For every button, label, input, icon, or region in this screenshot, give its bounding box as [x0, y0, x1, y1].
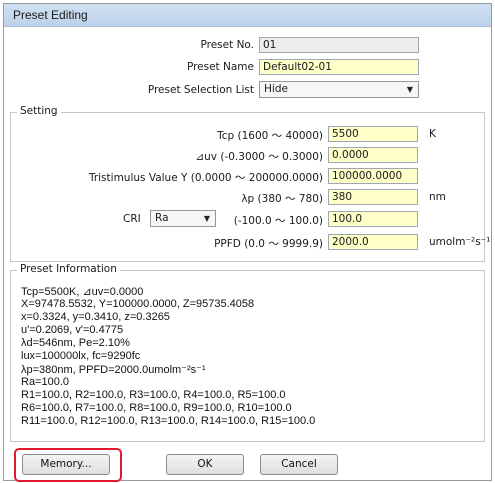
lambda-p-input[interactable]: 380	[328, 189, 418, 205]
tcp-unit: K	[429, 128, 436, 140]
lambda-p-label: λp (380 ～ 780)	[241, 193, 323, 205]
duv-input[interactable]: 0.0000	[328, 147, 418, 163]
ppfd-unit: umolm⁻²s⁻¹	[429, 236, 491, 248]
preset-name-input[interactable]: Default02-01	[259, 59, 419, 75]
cri-dropdown[interactable]: Ra ▼	[150, 210, 216, 227]
info-line: x=0.3324, y=0.3410, z=0.3265	[21, 311, 170, 323]
tristimulus-label: Tristimulus Value Y (0.0000 ～ 200000.000…	[88, 172, 323, 184]
info-line: lux=100000lx, fc=9290fc	[21, 350, 141, 362]
chevron-down-icon: ▼	[406, 85, 413, 94]
info-line: X=97478.5532, Y=100000.0000, Z=95735.405…	[21, 298, 255, 310]
duv-label: ⊿uv (-0.3000 ～ 0.3000)	[195, 151, 323, 163]
info-line: R11=100.0, R12=100.0, R13=100.0, R14=100…	[21, 415, 316, 427]
tristimulus-input[interactable]: 100000.0000	[328, 168, 418, 184]
cri-range-label: (-100.0 ～ 100.0)	[233, 215, 323, 227]
preset-no-label: Preset No.	[200, 39, 254, 51]
preset-info-group: Preset Information Tcp=5500K, ⊿uv=0.0000…	[10, 263, 485, 442]
info-line: Ra=100.0	[21, 376, 70, 388]
chevron-down-icon: ▼	[203, 214, 210, 223]
preset-editing-dialog: Preset Editing Preset No. 01 Preset Name…	[3, 3, 492, 482]
info-line: λd=546nm, Pe=2.10%	[21, 337, 130, 349]
title-bar[interactable]: Preset Editing	[4, 4, 491, 27]
ppfd-input[interactable]: 2000.0	[328, 234, 418, 250]
preset-selection-dropdown[interactable]: Hide ▼	[259, 81, 419, 98]
cancel-button[interactable]: Cancel	[260, 454, 338, 475]
tcp-label: Tcp (1600 ～ 40000)	[217, 130, 323, 142]
info-line: Tcp=5500K, ⊿uv=0.0000	[21, 286, 144, 298]
cri-input[interactable]: 100.0	[328, 211, 418, 227]
info-line: R6=100.0, R7=100.0, R8=100.0, R9=100.0, …	[21, 402, 292, 414]
preset-info-title: Preset Information	[17, 263, 120, 275]
info-line: λp=380nm, PPFD=2000.0umolm⁻²s⁻¹	[21, 364, 206, 376]
ppfd-label: PPFD (0.0 ～ 9999.9)	[214, 238, 323, 250]
memory-button[interactable]: Memory...	[22, 454, 110, 475]
preset-name-label: Preset Name	[186, 61, 254, 73]
preset-selection-value: Hide	[264, 83, 288, 95]
ok-button[interactable]: OK	[166, 454, 244, 475]
info-line: u'=0.2069, v'=0.4775	[21, 324, 124, 336]
preset-no-field: 01	[259, 37, 419, 53]
cri-label: CRI	[123, 213, 141, 225]
info-line: R1=100.0, R2=100.0, R3=100.0, R4=100.0, …	[21, 389, 286, 401]
cri-selected-value: Ra	[155, 212, 169, 224]
preset-selection-label: Preset Selection List	[147, 84, 254, 96]
setting-group-title: Setting	[17, 105, 61, 117]
tcp-input[interactable]: 5500	[328, 126, 418, 142]
lambda-p-unit: nm	[429, 191, 446, 203]
window-title: Preset Editing	[13, 8, 88, 22]
